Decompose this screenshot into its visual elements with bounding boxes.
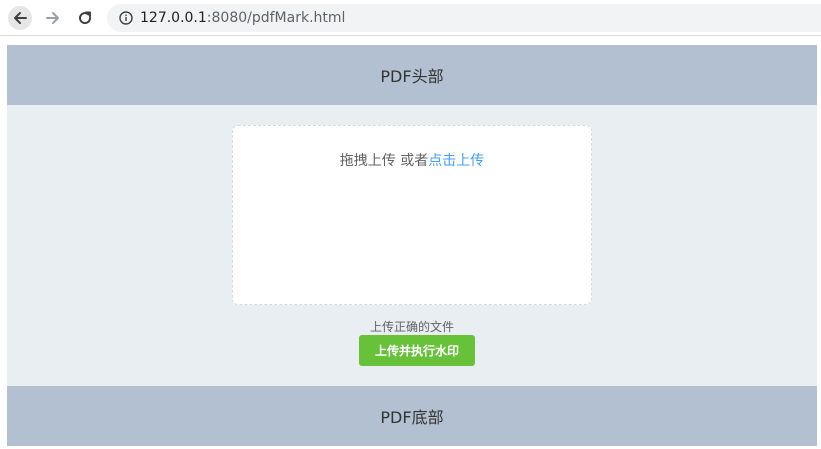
click-upload-link[interactable]: 点击上传 (428, 153, 484, 169)
upload-text: 拖拽上传 或者点击上传 (233, 150, 591, 170)
drag-upload-text: 拖拽上传 或者 (339, 153, 429, 169)
url-path: :8080/pdfMark.html (206, 10, 346, 26)
reload-icon (79, 11, 92, 25)
browser-toolbar: 127.0.0.1:8080/pdfMark.html (0, 0, 821, 36)
upload-watermark-button[interactable]: 上传并执行水印 (359, 335, 475, 366)
forward-button[interactable] (41, 6, 65, 30)
url-text[interactable]: 127.0.0.1:8080/pdfMark.html (140, 10, 345, 26)
reload-button[interactable] (73, 6, 97, 30)
page-container: PDF头部 拖拽上传 或者点击上传 上传正确的文件 上传并执行水印 PDF底部 (7, 45, 817, 446)
arrow-left-icon (14, 12, 27, 24)
upload-dropzone[interactable]: 拖拽上传 或者点击上传 (232, 125, 592, 305)
address-bar[interactable]: 127.0.0.1:8080/pdfMark.html (107, 4, 821, 32)
pdf-header: PDF头部 (7, 45, 817, 105)
footer-title: PDF底部 (380, 408, 444, 427)
pdf-footer: PDF底部 (7, 386, 817, 446)
header-title: PDF头部 (380, 67, 444, 86)
back-button[interactable] (8, 6, 32, 30)
url-host: 127.0.0.1 (140, 10, 207, 26)
upload-tip: 上传正确的文件 (369, 320, 454, 334)
info-icon[interactable] (119, 11, 133, 25)
arrow-right-icon (46, 12, 59, 24)
